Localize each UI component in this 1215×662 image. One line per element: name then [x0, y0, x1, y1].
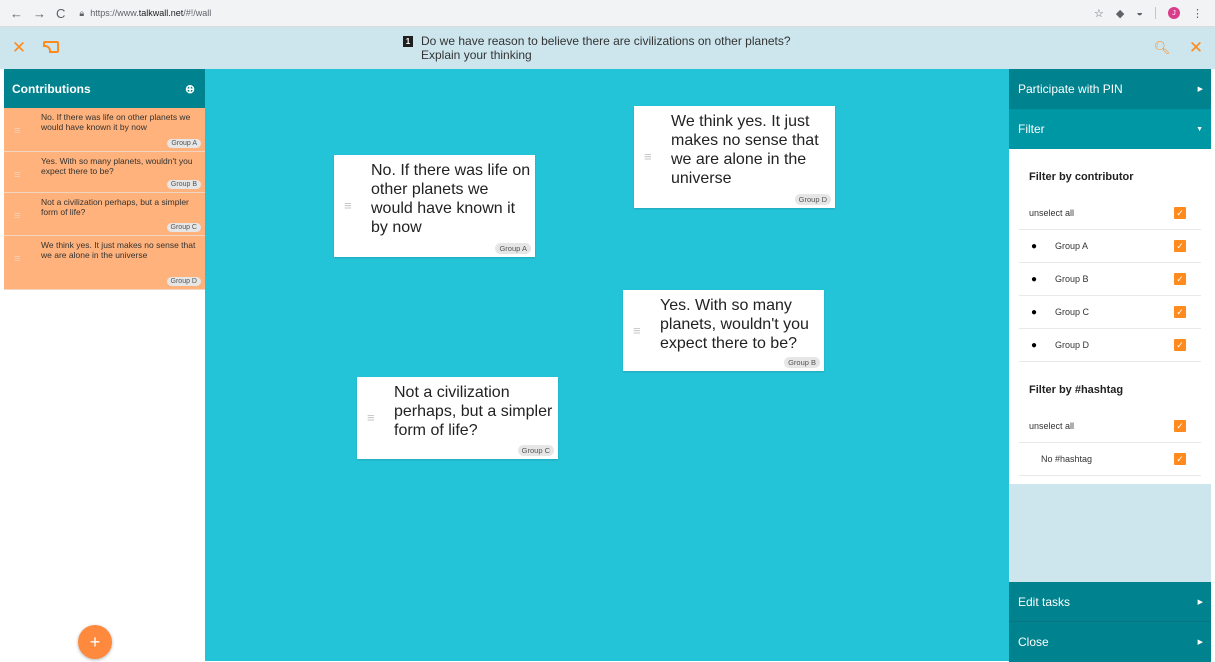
group-badge: Group D [794, 194, 831, 205]
back-icon[interactable]: ← [10, 6, 23, 21]
close-icon[interactable]: ✕ [6, 38, 32, 58]
talkwall-board: ≡ No. If there was life on other planets… [205, 69, 1009, 661]
drag-handle-icon[interactable]: ≡ [644, 149, 652, 164]
address-bar[interactable]: 🔒︎ https://www.talkwall.net/#!/wall [79, 8, 211, 19]
filter-body: Filter by contributor unselect all ✓ ● G… [1009, 149, 1211, 484]
person-icon: ● [1031, 306, 1038, 318]
contributor-filter-row[interactable]: ● Group D ✓ [1019, 329, 1201, 362]
group-badge: Group D [166, 277, 201, 286]
close-wall-button[interactable]: Close ▶ [1009, 622, 1211, 662]
app-header: ✕ 1 Do we have reason to believe there a… [0, 27, 1215, 69]
drag-handle-icon[interactable]: ≡ [14, 253, 20, 265]
control-panel: Participate with PIN ▶ Filter ▼ Filter b… [1009, 69, 1211, 662]
drag-handle-icon[interactable]: ≡ [14, 210, 20, 222]
task-number-badge: 1 [403, 36, 413, 47]
contribution-text: Not a civilization perhaps, but a simple… [41, 197, 189, 217]
browser-toolbar: ← → C 🔒︎ https://www.talkwall.net/#!/wal… [0, 0, 1215, 27]
contributor-filter-row[interactable]: ● Group C ✓ [1019, 296, 1201, 329]
checkbox[interactable]: ✓ [1174, 207, 1186, 219]
participate-with-pin[interactable]: Participate with PIN ▶ [1009, 69, 1211, 109]
contributions-panel: Contributions ⊕ ≡ No. If there was life … [4, 69, 205, 661]
url-text: https://www.talkwall.net/#!/wall [90, 8, 212, 18]
checkbox[interactable]: ✓ [1174, 240, 1186, 252]
browser-nav: ← → C [0, 6, 65, 21]
filter-by-hashtag-title: Filter by #hashtag [1029, 384, 1124, 396]
wall-note[interactable]: ≡ We think yes. It just makes no sense t… [634, 106, 835, 208]
group-badge: Group A [167, 139, 201, 148]
contribution-item[interactable]: ≡ Yes. With so many planets, wouldn't yo… [4, 152, 205, 193]
drag-handle-icon[interactable]: ≡ [633, 323, 641, 338]
filter-toggle[interactable]: Filter ▼ [1009, 109, 1211, 149]
question-line-1: Do we have reason to believe there are c… [421, 34, 791, 48]
lock-icon: 🔒︎ [79, 7, 85, 18]
drag-handle-icon[interactable]: ≡ [14, 169, 20, 181]
reload-icon[interactable]: C [56, 6, 65, 21]
hashtag-filter-row[interactable]: No #hashtag ✓ [1019, 443, 1201, 476]
unselect-all-hashtags[interactable]: unselect all ✓ [1019, 410, 1201, 443]
person-icon: ● [1031, 240, 1038, 252]
checkbox[interactable]: ✓ [1174, 273, 1186, 285]
drag-handle-icon[interactable]: ≡ [344, 198, 352, 213]
group-badge: Group B [166, 180, 201, 189]
contributor-filter-row[interactable]: ● Group A ✓ [1019, 230, 1201, 263]
group-badge: Group B [784, 357, 820, 368]
note-text: Not a civilization perhaps, but a simple… [394, 384, 553, 439]
note-text: No. If there was life on other planets w… [371, 162, 531, 236]
checkbox[interactable]: ✓ [1174, 306, 1186, 318]
extension-icon[interactable]: ◆ [1116, 7, 1124, 20]
task-question: 1 Do we have reason to believe there are… [403, 34, 791, 62]
person-icon: ● [1031, 339, 1038, 351]
drag-handle-icon[interactable]: ≡ [367, 410, 375, 425]
group-badge: Group C [166, 223, 201, 232]
group-badge: Group C [517, 445, 554, 456]
wall-note[interactable]: ≡ No. If there was life on other planets… [334, 155, 535, 257]
checkbox[interactable]: ✓ [1174, 420, 1186, 432]
question-line-2: Explain your thinking [421, 48, 532, 62]
contributor-filter-row[interactable]: ● Group B ✓ [1019, 263, 1201, 296]
extension-icon-2[interactable]: ◒ [1136, 7, 1143, 19]
note-text: Yes. With so many planets, wouldn't you … [660, 297, 809, 352]
close-icon[interactable]: ✕ [1183, 38, 1209, 58]
contributions-header: Contributions ⊕ [4, 69, 205, 108]
contributions-title: Contributions [12, 81, 91, 96]
checkbox[interactable]: ✓ [1174, 453, 1186, 465]
divider [1155, 7, 1156, 19]
contribution-text: Yes. With so many planets, wouldn't you … [41, 156, 193, 176]
contribution-item[interactable]: ≡ No. If there was life on other planets… [4, 108, 205, 152]
filter-by-contributor-title: Filter by contributor [1029, 171, 1134, 183]
contribution-item[interactable]: ≡ We think yes. It just makes no sense t… [4, 236, 205, 290]
unselect-all-contributors[interactable]: unselect all ✓ [1019, 197, 1201, 230]
more-icon[interactable]: ⋮ [1192, 7, 1203, 20]
search-icon[interactable]: 🔍︎ [1149, 40, 1175, 56]
contribution-text: No. If there was life on other planets w… [41, 112, 191, 132]
contribution-text: We think yes. It just makes no sense tha… [41, 240, 196, 260]
checkbox[interactable]: ✓ [1174, 339, 1186, 351]
wall-note[interactable]: ≡ Yes. With so many planets, wouldn't yo… [623, 290, 824, 371]
forward-icon[interactable]: → [33, 6, 46, 21]
wall-note[interactable]: ≡ Not a civilization perhaps, but a simp… [357, 377, 558, 459]
person-icon: ● [1031, 273, 1038, 285]
note-text: We think yes. It just makes no sense tha… [671, 113, 819, 187]
group-badge: Group A [495, 243, 531, 254]
chevron-right-icon: ▶ [1197, 86, 1203, 93]
chevron-right-icon: ▶ [1197, 598, 1203, 606]
star-icon[interactable]: ☆ [1094, 7, 1104, 20]
cast-icon[interactable] [38, 38, 64, 58]
add-contribution-button[interactable]: + [78, 625, 112, 659]
profile-avatar[interactable]: J [1168, 7, 1180, 19]
chevron-right-icon: ▶ [1197, 639, 1203, 646]
zoom-icon[interactable]: ⊕ [185, 82, 195, 96]
chevron-down-icon: ▼ [1196, 125, 1203, 133]
contribution-item[interactable]: ≡ Not a civilization perhaps, but a simp… [4, 193, 205, 236]
drag-handle-icon[interactable]: ≡ [14, 125, 20, 137]
edit-tasks-button[interactable]: Edit tasks ▶ [1009, 582, 1211, 622]
